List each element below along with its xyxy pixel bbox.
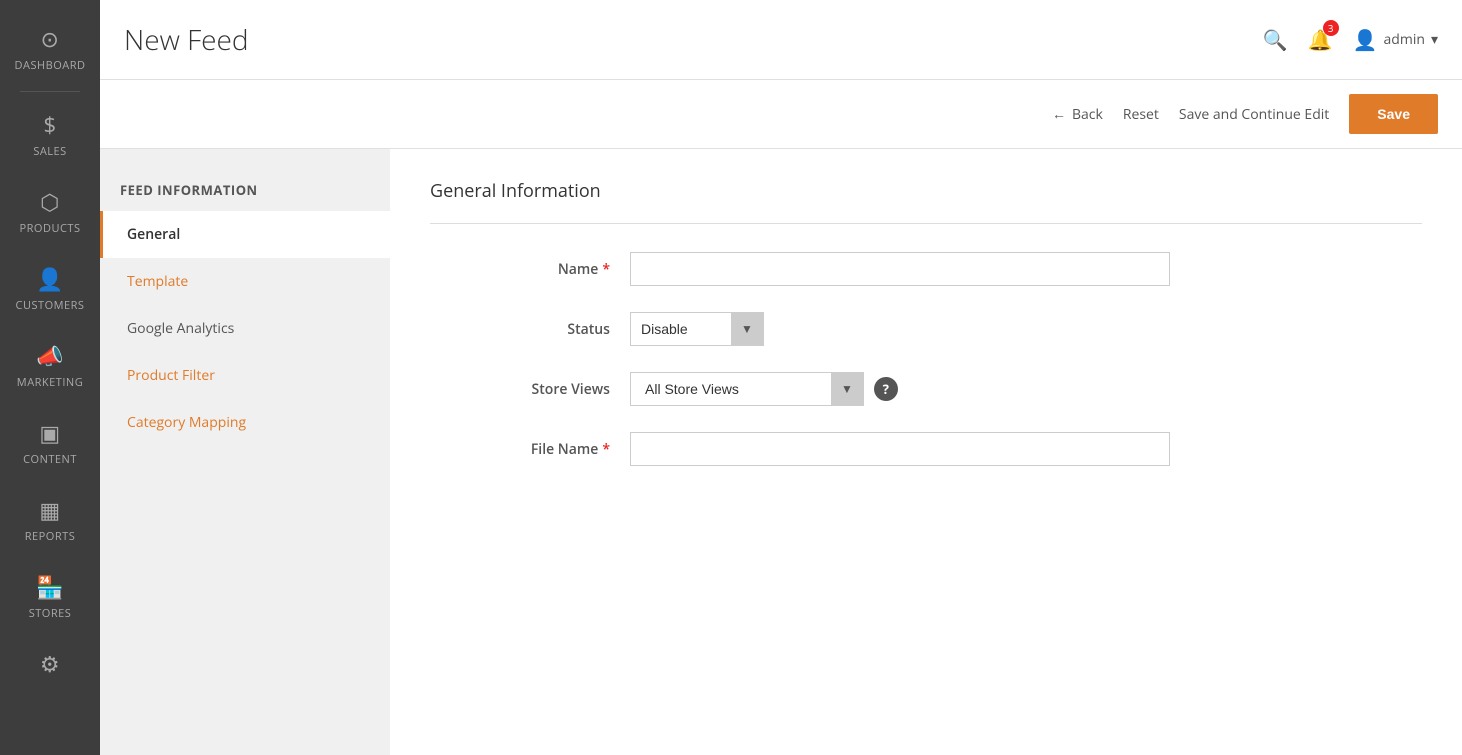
form-area: General Information Name* Status bbox=[390, 149, 1462, 755]
left-nav-section-title: FEED INFORMATION bbox=[100, 169, 390, 211]
file-name-control-wrap bbox=[630, 432, 1422, 466]
status-label: Status bbox=[430, 320, 630, 339]
sidebar-item-system[interactable]: ⚙ bbox=[0, 635, 100, 697]
left-nav: FEED INFORMATION General Template Google… bbox=[100, 149, 390, 755]
form-divider bbox=[430, 223, 1422, 224]
name-input[interactable] bbox=[630, 252, 1170, 286]
status-control-wrap: Disable Enable ▼ bbox=[630, 312, 1422, 346]
admin-user-menu[interactable]: 👤 admin ▾ bbox=[1353, 26, 1438, 53]
sidebar-item-sales[interactable]: $ SALES bbox=[0, 96, 100, 173]
name-required-star: * bbox=[602, 260, 610, 279]
left-nav-item-category-mapping[interactable]: Category Mapping bbox=[100, 399, 390, 446]
stores-icon: 🏪 bbox=[36, 572, 64, 602]
search-icon[interactable]: 🔍 bbox=[1263, 26, 1288, 53]
reset-button[interactable]: Reset bbox=[1123, 105, 1159, 124]
sales-icon: $ bbox=[43, 110, 56, 140]
sidebar-item-dashboard[interactable]: ⊙ DASHBOARD bbox=[0, 10, 100, 87]
file-name-required-star: * bbox=[602, 440, 610, 459]
sidebar-item-reports[interactable]: ▦ REPORTS bbox=[0, 481, 100, 558]
left-nav-item-google-analytics[interactable]: Google Analytics bbox=[100, 305, 390, 352]
products-icon: ⬡ bbox=[40, 187, 60, 217]
left-nav-item-product-filter[interactable]: Product Filter bbox=[100, 352, 390, 399]
save-button[interactable]: Save bbox=[1349, 94, 1438, 134]
save-continue-button[interactable]: Save and Continue Edit bbox=[1179, 105, 1329, 124]
marketing-icon: 📣 bbox=[36, 341, 64, 371]
notification-bell[interactable]: 🔔 3 bbox=[1308, 26, 1333, 53]
form-section-title: General Information bbox=[430, 179, 1422, 203]
sidebar-item-products[interactable]: ⬡ PRODUCTS bbox=[0, 173, 100, 250]
sidebar-item-content[interactable]: ▣ CONTENT bbox=[0, 404, 100, 481]
system-icon: ⚙ bbox=[40, 649, 60, 679]
file-name-input[interactable] bbox=[630, 432, 1170, 466]
admin-username: admin bbox=[1384, 30, 1425, 49]
file-name-label: File Name* bbox=[430, 440, 630, 459]
dashboard-icon: ⊙ bbox=[41, 24, 60, 54]
top-header: New Feed 🔍 🔔 3 👤 admin ▾ bbox=[100, 0, 1462, 80]
sidebar-item-label: REPORTS bbox=[25, 529, 75, 544]
page-title: New Feed bbox=[124, 21, 249, 59]
status-select-arrow[interactable]: ▼ bbox=[731, 313, 763, 345]
status-select[interactable]: Disable Enable bbox=[631, 313, 731, 345]
back-label: Back bbox=[1072, 105, 1103, 124]
store-views-field-row: Store Views All Store Views ▼ ? bbox=[430, 372, 1422, 406]
file-name-field-row: File Name* bbox=[430, 432, 1422, 466]
content-area: FEED INFORMATION General Template Google… bbox=[100, 149, 1462, 755]
sidebar-item-label: STORES bbox=[29, 606, 72, 621]
name-label: Name* bbox=[430, 260, 630, 279]
content-icon: ▣ bbox=[39, 418, 60, 448]
store-views-select[interactable]: All Store Views bbox=[631, 373, 831, 405]
reports-icon: ▦ bbox=[39, 495, 60, 525]
name-field-row: Name* bbox=[430, 252, 1422, 286]
main-area: New Feed 🔍 🔔 3 👤 admin ▾ ← Back Reset Sa… bbox=[100, 0, 1462, 755]
sidebar-item-label: CUSTOMERS bbox=[16, 298, 85, 313]
notification-badge: 3 bbox=[1323, 20, 1339, 36]
left-nav-item-general[interactable]: General bbox=[100, 211, 390, 258]
sidebar: ⊙ DASHBOARD $ SALES ⬡ PRODUCTS 👤 CUSTOME… bbox=[0, 0, 100, 755]
sidebar-item-marketing[interactable]: 📣 MARKETING bbox=[0, 327, 100, 404]
customers-icon: 👤 bbox=[36, 264, 64, 294]
back-arrow-icon: ← bbox=[1052, 105, 1066, 124]
store-views-select-wrap: All Store Views ▼ bbox=[630, 372, 864, 406]
store-views-label: Store Views bbox=[430, 380, 630, 399]
store-views-control-wrap: All Store Views ▼ ? bbox=[630, 372, 1422, 406]
sidebar-item-stores[interactable]: 🏪 STORES bbox=[0, 558, 100, 635]
admin-avatar-icon: 👤 bbox=[1353, 26, 1378, 53]
left-nav-item-template[interactable]: Template bbox=[100, 258, 390, 305]
header-actions: 🔍 🔔 3 👤 admin ▾ bbox=[1263, 26, 1438, 53]
status-field-row: Status Disable Enable ▼ bbox=[430, 312, 1422, 346]
store-views-help-icon[interactable]: ? bbox=[874, 377, 898, 401]
chevron-down-icon: ▾ bbox=[1431, 30, 1438, 49]
name-control-wrap bbox=[630, 252, 1422, 286]
store-views-select-arrow[interactable]: ▼ bbox=[831, 373, 863, 405]
sidebar-item-customers[interactable]: 👤 CUSTOMERS bbox=[0, 250, 100, 327]
sidebar-item-label: DASHBOARD bbox=[15, 58, 86, 73]
sidebar-item-label: CONTENT bbox=[23, 452, 77, 467]
sidebar-item-label: MARKETING bbox=[17, 375, 83, 390]
action-bar: ← Back Reset Save and Continue Edit Save bbox=[100, 80, 1462, 149]
status-select-wrap: Disable Enable ▼ bbox=[630, 312, 764, 346]
sidebar-item-label: SALES bbox=[33, 144, 66, 159]
back-button[interactable]: ← Back bbox=[1052, 105, 1103, 124]
sidebar-item-label: PRODUCTS bbox=[20, 221, 81, 236]
